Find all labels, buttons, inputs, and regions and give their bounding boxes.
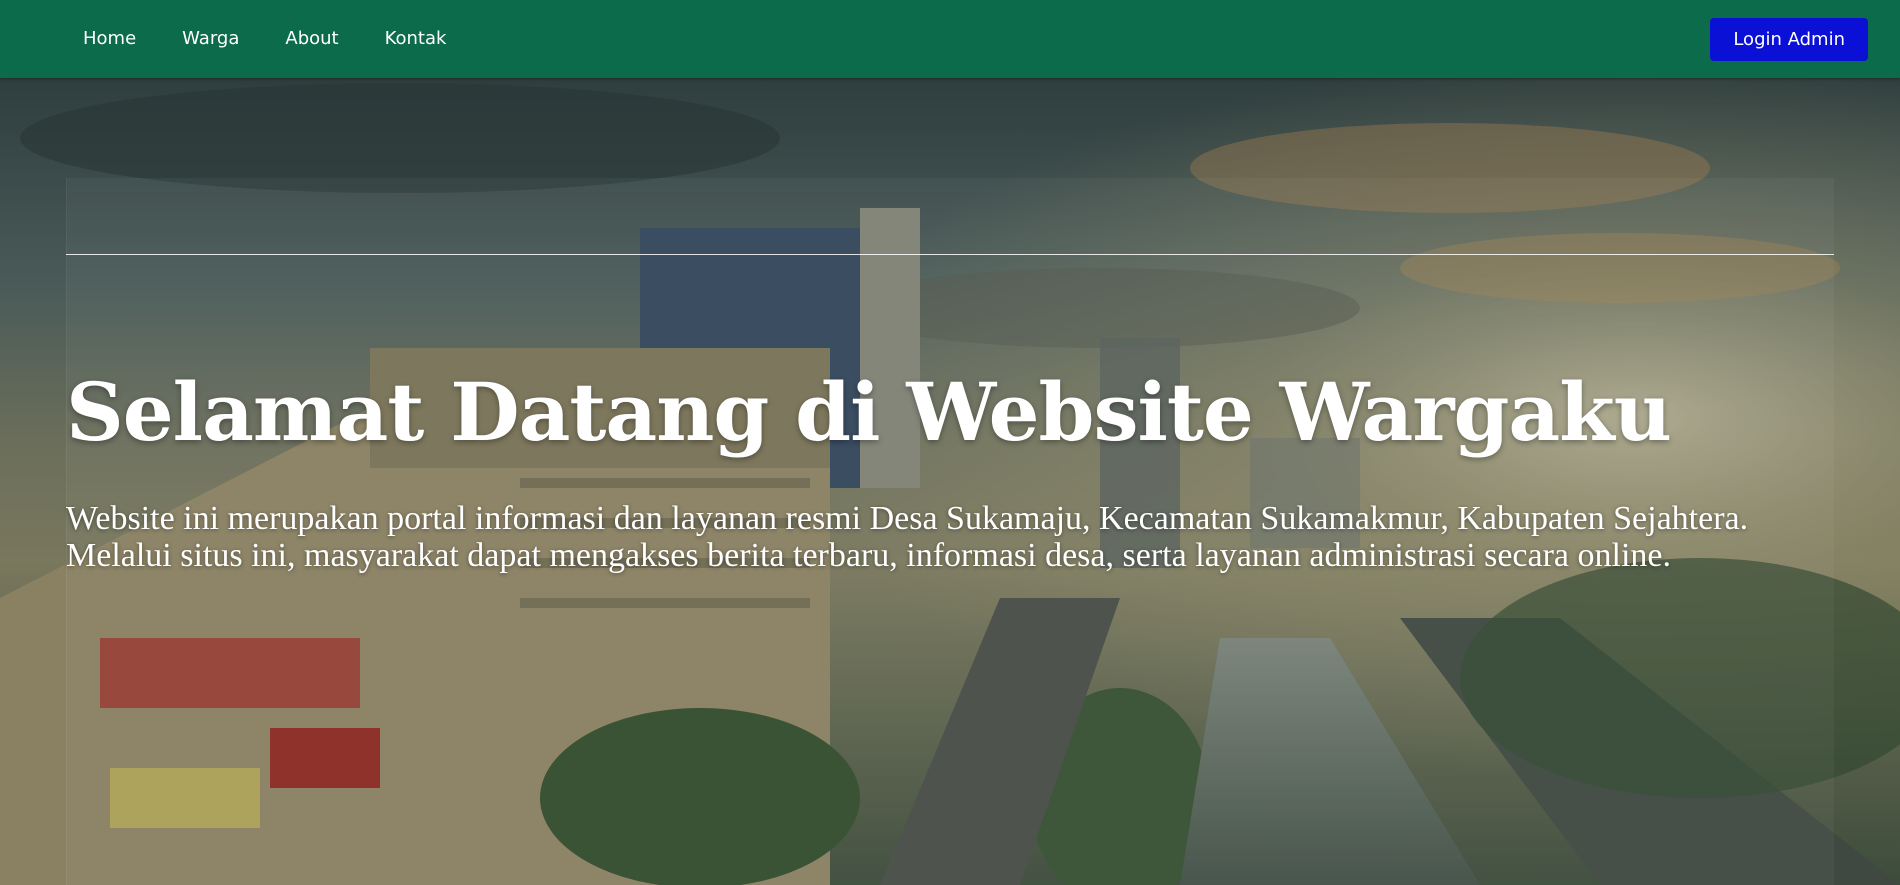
- nav-link-home[interactable]: Home: [60, 0, 159, 78]
- hero-description: Website ini merupakan portal informasi d…: [66, 500, 1749, 574]
- login-admin-button[interactable]: Login Admin: [1710, 17, 1868, 61]
- nav-link-warga[interactable]: Warga: [159, 0, 262, 78]
- nav-link-kontak[interactable]: Kontak: [362, 0, 470, 78]
- hero-title: Selamat Datang di Website Wargaku: [66, 365, 1672, 459]
- hero-divider: [66, 254, 1834, 255]
- nav-links: Home Warga About Kontak: [60, 0, 469, 78]
- hero-section: Selamat Datang di Website Wargaku Websit…: [0, 78, 1900, 885]
- top-navbar: Home Warga About Kontak Login Admin: [0, 0, 1900, 78]
- nav-link-about[interactable]: About: [262, 0, 361, 78]
